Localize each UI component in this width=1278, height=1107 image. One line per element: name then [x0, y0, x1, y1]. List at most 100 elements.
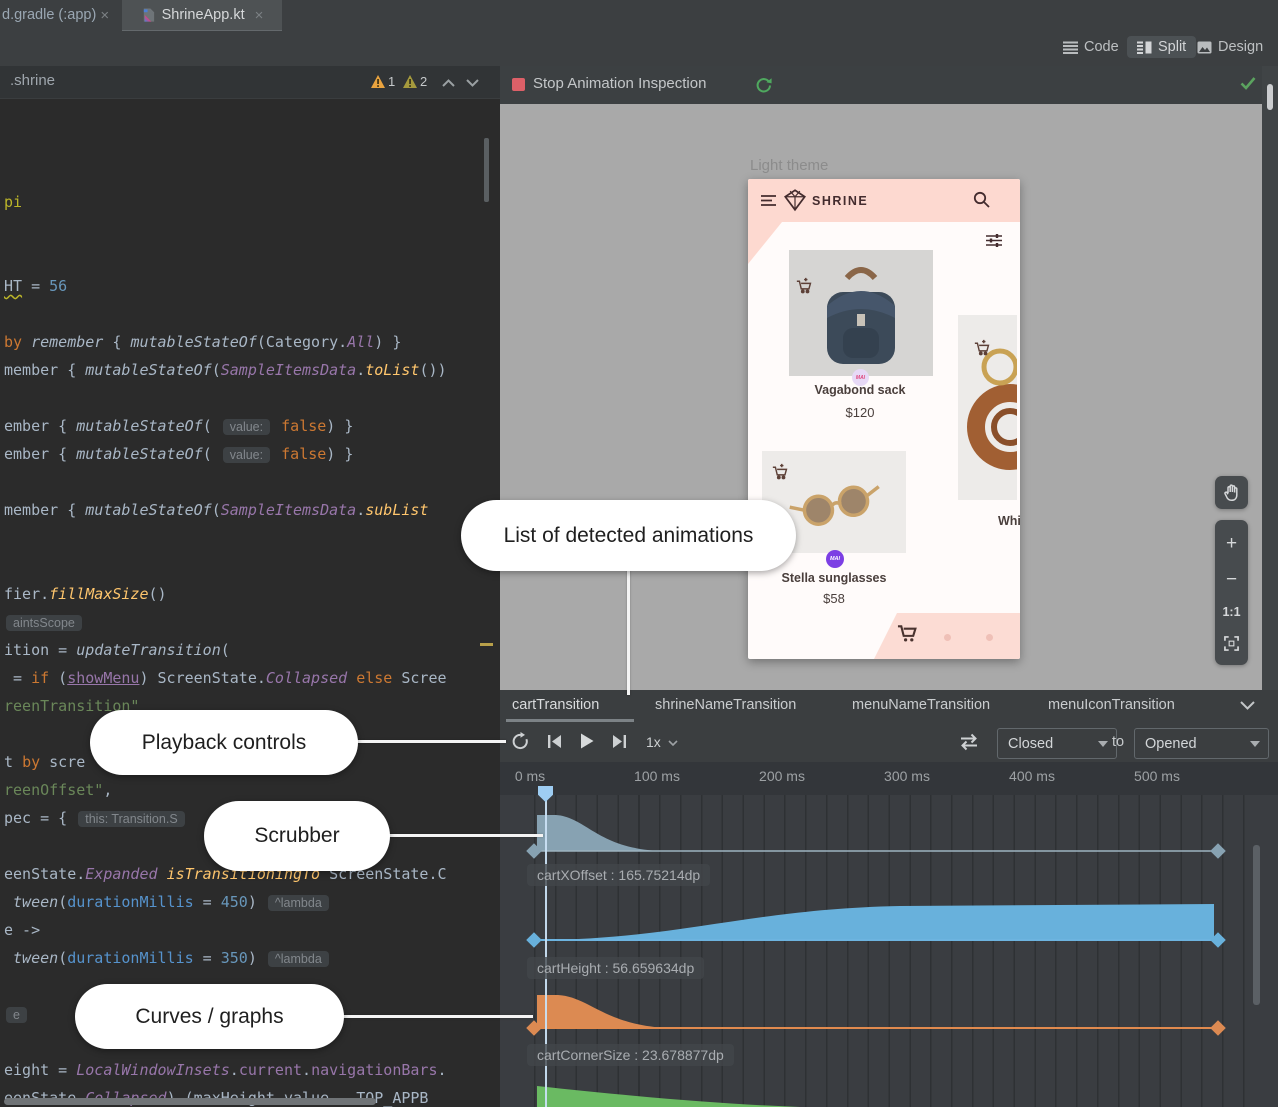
- dropdown-caret-icon: [1250, 741, 1260, 747]
- split-view-icon: [1137, 41, 1152, 54]
- product-price: $120: [780, 405, 940, 420]
- close-icon[interactable]: ×: [255, 7, 264, 24]
- skip-to-start-icon[interactable]: [547, 734, 562, 749]
- zoom-100-button[interactable]: 1:1: [1222, 606, 1240, 619]
- preview-scrollbar-track[interactable]: [1262, 66, 1278, 690]
- curve-cartHeight-area: [540, 904, 1214, 940]
- curves-scrollbar[interactable]: [1253, 845, 1260, 1005]
- android-studio-window: d.gradle (:app) × ShrineApp.kt × Code Sp…: [0, 0, 1278, 1107]
- timeline-tick: 300 ms: [884, 768, 930, 784]
- tab-shrineapp-label: ShrineApp.kt: [162, 7, 245, 23]
- kotlin-file-icon: [141, 7, 156, 23]
- callout-playback-controls: Playback controls: [90, 710, 358, 775]
- curve-label-cartXOffset: cartXOffset : 165.75214dp: [527, 864, 710, 886]
- search-icon[interactable]: [973, 191, 990, 208]
- callout-leader-line: [388, 834, 543, 837]
- stop-icon[interactable]: [512, 78, 525, 91]
- preview-scrollbar-thumb[interactable]: [1267, 84, 1273, 110]
- timeline-tick: 200 ms: [759, 768, 805, 784]
- stop-animation-inspection-button[interactable]: Stop Animation Inspection: [533, 75, 706, 92]
- keyframe-diamond[interactable]: [526, 932, 542, 948]
- view-mode-code[interactable]: Code: [1063, 39, 1119, 55]
- callout-scrubber: Scrubber: [204, 801, 390, 871]
- inspection-marker: [480, 643, 493, 646]
- zoom-fit-button[interactable]: [1224, 636, 1239, 651]
- prev-issue-chevron-icon[interactable]: [442, 79, 455, 87]
- timeline-tick: 400 ms: [1009, 768, 1055, 784]
- product-image-vagabond-sack[interactable]: [789, 250, 933, 376]
- play-icon[interactable]: [580, 733, 594, 749]
- chevron-down-icon[interactable]: [668, 740, 678, 746]
- tab-gradle[interactable]: d.gradle (:app) ×: [2, 0, 109, 30]
- design-view-icon: [1197, 41, 1212, 54]
- zoom-in-button[interactable]: +: [1226, 534, 1237, 553]
- brand-badge: MAI: [826, 550, 844, 568]
- view-mode-split[interactable]: Split: [1127, 36, 1196, 58]
- tab-gradle-label: d.gradle (:app): [2, 7, 96, 23]
- zoom-out-button[interactable]: −: [1226, 570, 1237, 589]
- to-state-dropdown[interactable]: Opened: [1134, 728, 1269, 759]
- add-to-cart-icon[interactable]: [974, 339, 991, 356]
- page-dot: [944, 634, 951, 641]
- refresh-icon[interactable]: [755, 76, 772, 93]
- animation-tab-menuNameTransition[interactable]: menuNameTransition: [852, 697, 990, 713]
- product-name: Vagabond sack: [780, 383, 940, 397]
- preview-theme-label: Light theme: [750, 157, 828, 174]
- pan-hand-button[interactable]: [1215, 476, 1248, 509]
- keyframe-diamond[interactable]: [1210, 1020, 1226, 1036]
- swap-states-icon[interactable]: [958, 733, 980, 751]
- to-label: to: [1112, 734, 1124, 750]
- shrine-app-bar-notch: [748, 222, 782, 264]
- animation-tab-shrineNameTransition[interactable]: shrineNameTransition: [655, 697, 796, 713]
- warning-triangle-icon[interactable]: [403, 75, 417, 88]
- menu-icon[interactable]: [761, 194, 777, 207]
- curve-label-cartCornerSize: cartCornerSize : 23.678877dp: [527, 1044, 734, 1066]
- warning-count: 2: [420, 74, 427, 89]
- add-to-cart-icon[interactable]: [772, 463, 789, 480]
- timeline-tick: 100 ms: [634, 768, 680, 784]
- shrine-app-preview: SHRINE MAI Vagabond sack: [748, 179, 1020, 659]
- shrine-diamond-logo-icon: [782, 187, 808, 213]
- curve-cartXOffset-area: [537, 815, 662, 851]
- product-name-partial: Whit: [998, 514, 1020, 528]
- add-to-cart-icon[interactable]: [796, 277, 813, 294]
- close-icon[interactable]: ×: [100, 7, 109, 24]
- zoom-toolbar: + − 1:1: [1215, 520, 1248, 665]
- animation-tab-menuIconTransition[interactable]: menuIconTransition: [1048, 697, 1175, 713]
- editor-horizontal-scrollbar[interactable]: [4, 1098, 376, 1105]
- breadcrumb[interactable]: .shrine: [10, 72, 55, 89]
- callout-curves-graphs: Curves / graphs: [75, 984, 344, 1049]
- skip-to-end-icon[interactable]: [612, 734, 627, 749]
- view-mode-split-label: Split: [1158, 39, 1186, 55]
- keyframe-diamond[interactable]: [1210, 843, 1226, 859]
- playback-speed-dropdown[interactable]: 1x: [646, 734, 661, 750]
- view-mode-design[interactable]: Design: [1197, 39, 1263, 55]
- code-view-icon: [1063, 41, 1078, 54]
- chevron-down-icon[interactable]: [1240, 701, 1255, 710]
- animation-tab-cartTransition[interactable]: cartTransition: [512, 697, 599, 713]
- callout-leader-line: [627, 568, 630, 695]
- code-lines[interactable]: piHT = 56by remember { mutableStateOf(Ca…: [0, 104, 500, 1107]
- error-triangle-icon[interactable]: [371, 75, 385, 88]
- shrine-brand: SHRINE: [812, 194, 868, 208]
- filter-tune-icon[interactable]: [985, 232, 1003, 249]
- callout-leader-line: [342, 1015, 533, 1018]
- curve-label-cartHeight: cartHeight : 56.659634dp: [527, 957, 704, 979]
- from-state-dropdown[interactable]: Closed: [997, 728, 1117, 759]
- product-price: $58: [754, 591, 914, 606]
- playback-speed-value: 1x: [646, 734, 661, 750]
- curve-partial-area: [537, 1086, 800, 1107]
- page-dot: [986, 634, 993, 641]
- from-state-value: Closed: [1008, 736, 1053, 752]
- curve-cartCornerSize-area: [537, 995, 668, 1028]
- dropdown-caret-icon: [1098, 741, 1108, 747]
- build-success-check-icon: [1240, 76, 1256, 90]
- tab-shrineapp[interactable]: ShrineApp.kt ×: [122, 0, 282, 31]
- loop-playback-icon[interactable]: [511, 732, 530, 751]
- editor-vertical-scrollbar[interactable]: [484, 138, 489, 202]
- view-mode-code-label: Code: [1084, 39, 1119, 55]
- next-issue-chevron-icon[interactable]: [466, 79, 479, 87]
- to-state-value: Opened: [1145, 736, 1197, 752]
- callout-leader-line: [356, 740, 506, 743]
- cart-icon[interactable]: [897, 623, 918, 643]
